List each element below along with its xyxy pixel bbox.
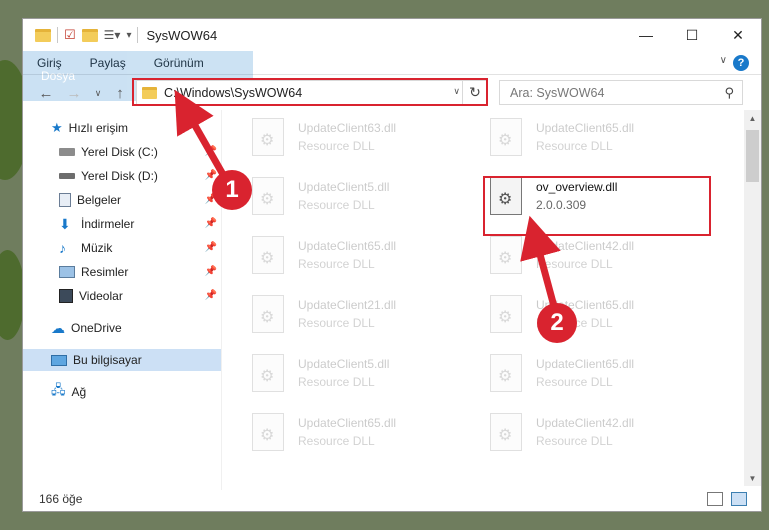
step-marker-one: 1 <box>212 170 252 210</box>
instruction-arrows <box>174 89 561 311</box>
arrow-two <box>520 215 561 311</box>
step-marker-two: 2 <box>537 303 577 343</box>
arrow-one <box>174 89 229 180</box>
